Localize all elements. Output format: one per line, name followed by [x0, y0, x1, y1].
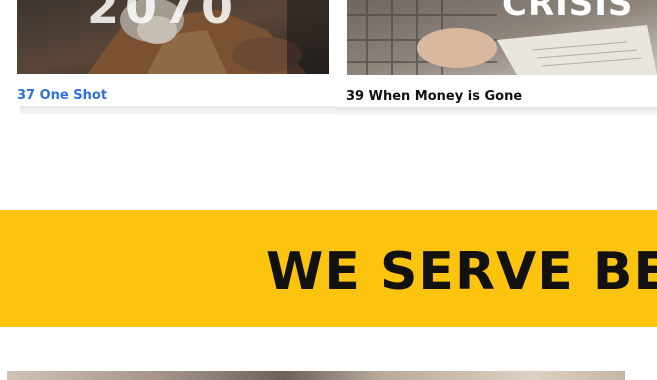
banner-heading: WE SERVE BEC — [266, 242, 657, 302]
thumbnail-overlay-text: 2070 — [87, 0, 240, 34]
card-shadow — [336, 107, 657, 115]
episode-thumbnail-37[interactable]: 2070 — [17, 0, 329, 74]
episode-title-39[interactable]: 39 When Money is Gone — [346, 89, 522, 104]
episode-title-37[interactable]: 37 One Shot — [17, 88, 107, 103]
card-shadow — [20, 106, 336, 114]
episode-thumbnail-39[interactable]: CRISIS — [347, 0, 657, 75]
mission-banner: WE SERVE BEC — [0, 210, 657, 327]
thumbnail-overlay-text: CRISIS — [502, 0, 634, 24]
bottom-photo — [7, 371, 625, 380]
